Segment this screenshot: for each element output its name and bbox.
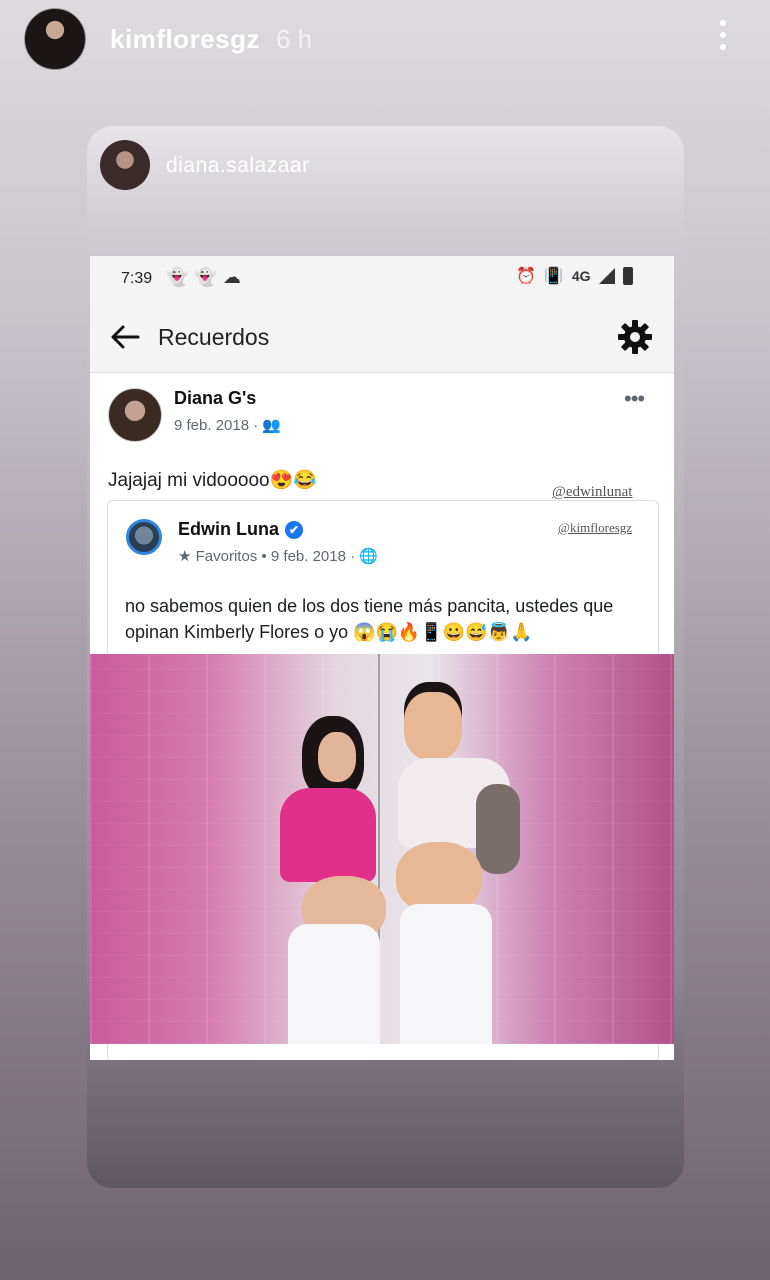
verified-badge-icon: ✔ xyxy=(285,520,303,539)
post-date: 9 feb. 2018 · 👥 xyxy=(174,417,282,434)
shared-post-meta: ★ Favoritos • 9 feb. 2018 · 🌐 xyxy=(178,548,378,565)
status-right-icons: ⏰ 📳 4G xyxy=(516,266,633,286)
gear-icon[interactable] xyxy=(616,318,654,356)
post-text: Jajajaj mi vidooooo😍😂 xyxy=(108,470,317,491)
post-photo[interactable] xyxy=(90,654,674,1044)
story-timestamp: 6 h xyxy=(276,24,313,54)
back-arrow-icon[interactable] xyxy=(108,320,142,354)
notification-icons: 👻👻☁ xyxy=(166,267,247,287)
alarm-icon: ⏰ xyxy=(516,268,536,285)
post-author-avatar[interactable] xyxy=(108,388,162,442)
post-more-icon[interactable]: ••• xyxy=(624,386,645,412)
man-figure-arm xyxy=(476,784,520,874)
reshared-story-card[interactable]: diana.salazaar 7:39 👻👻☁ ⏰ 📳 4G Recuerdos xyxy=(87,126,684,1188)
story-avatar[interactable] xyxy=(24,8,86,70)
watermark-kimfloresgz: @kimfloresgz xyxy=(558,520,633,535)
man-figure-head xyxy=(404,692,462,760)
status-time: 7:39 xyxy=(121,270,153,287)
page-title: Recuerdos xyxy=(158,324,270,350)
post-author[interactable]: Diana G's xyxy=(174,388,256,409)
shared-author-avatar[interactable] xyxy=(126,519,162,555)
watermark-edwinlunat: @edwinlunat xyxy=(552,484,633,500)
mention-username[interactable]: diana.salazaar xyxy=(166,154,310,178)
story-username[interactable]: kimfloresgz xyxy=(110,24,260,55)
network-label: 4G xyxy=(571,268,591,284)
battery-icon xyxy=(622,267,633,285)
vibrate-icon: 📳 xyxy=(543,268,564,285)
story-header: kimfloresgz 6 h xyxy=(0,0,770,80)
mention-avatar[interactable] xyxy=(100,140,150,190)
woman-figure-pants xyxy=(288,924,380,1044)
shared-post-text: no sabemos quien de los dos tiene más pa… xyxy=(125,596,614,642)
man-figure-pants xyxy=(400,904,492,1044)
more-options-icon[interactable] xyxy=(712,20,734,56)
shared-author-row: Edwin Luna ✔ xyxy=(178,519,303,540)
signal-icon xyxy=(598,268,615,284)
app-bar: Recuerdos xyxy=(90,302,674,373)
status-bar: 7:39 👻👻☁ ⏰ 📳 4G xyxy=(90,256,674,302)
facebook-screenshot: 7:39 👻👻☁ ⏰ 📳 4G Recuerdos Diana G's 9 fe… xyxy=(90,256,674,1060)
woman-figure-face xyxy=(318,732,356,782)
woman-figure-top xyxy=(280,788,376,882)
shared-author[interactable]: Edwin Luna xyxy=(178,519,279,540)
